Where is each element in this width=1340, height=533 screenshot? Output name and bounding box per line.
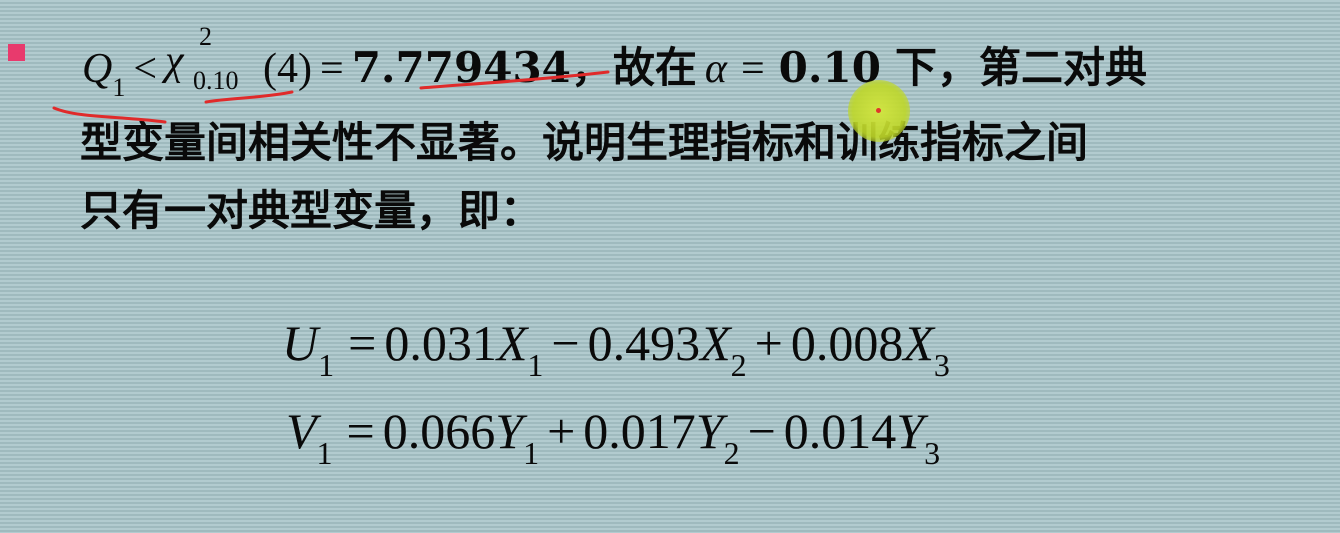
ink-annotations xyxy=(52,70,610,124)
laser-pointer-highlight xyxy=(848,80,910,142)
underline-q1 xyxy=(52,106,167,124)
laser-pointer-dot xyxy=(876,108,881,113)
underline-chi xyxy=(204,90,294,104)
underline-value xyxy=(419,70,610,90)
